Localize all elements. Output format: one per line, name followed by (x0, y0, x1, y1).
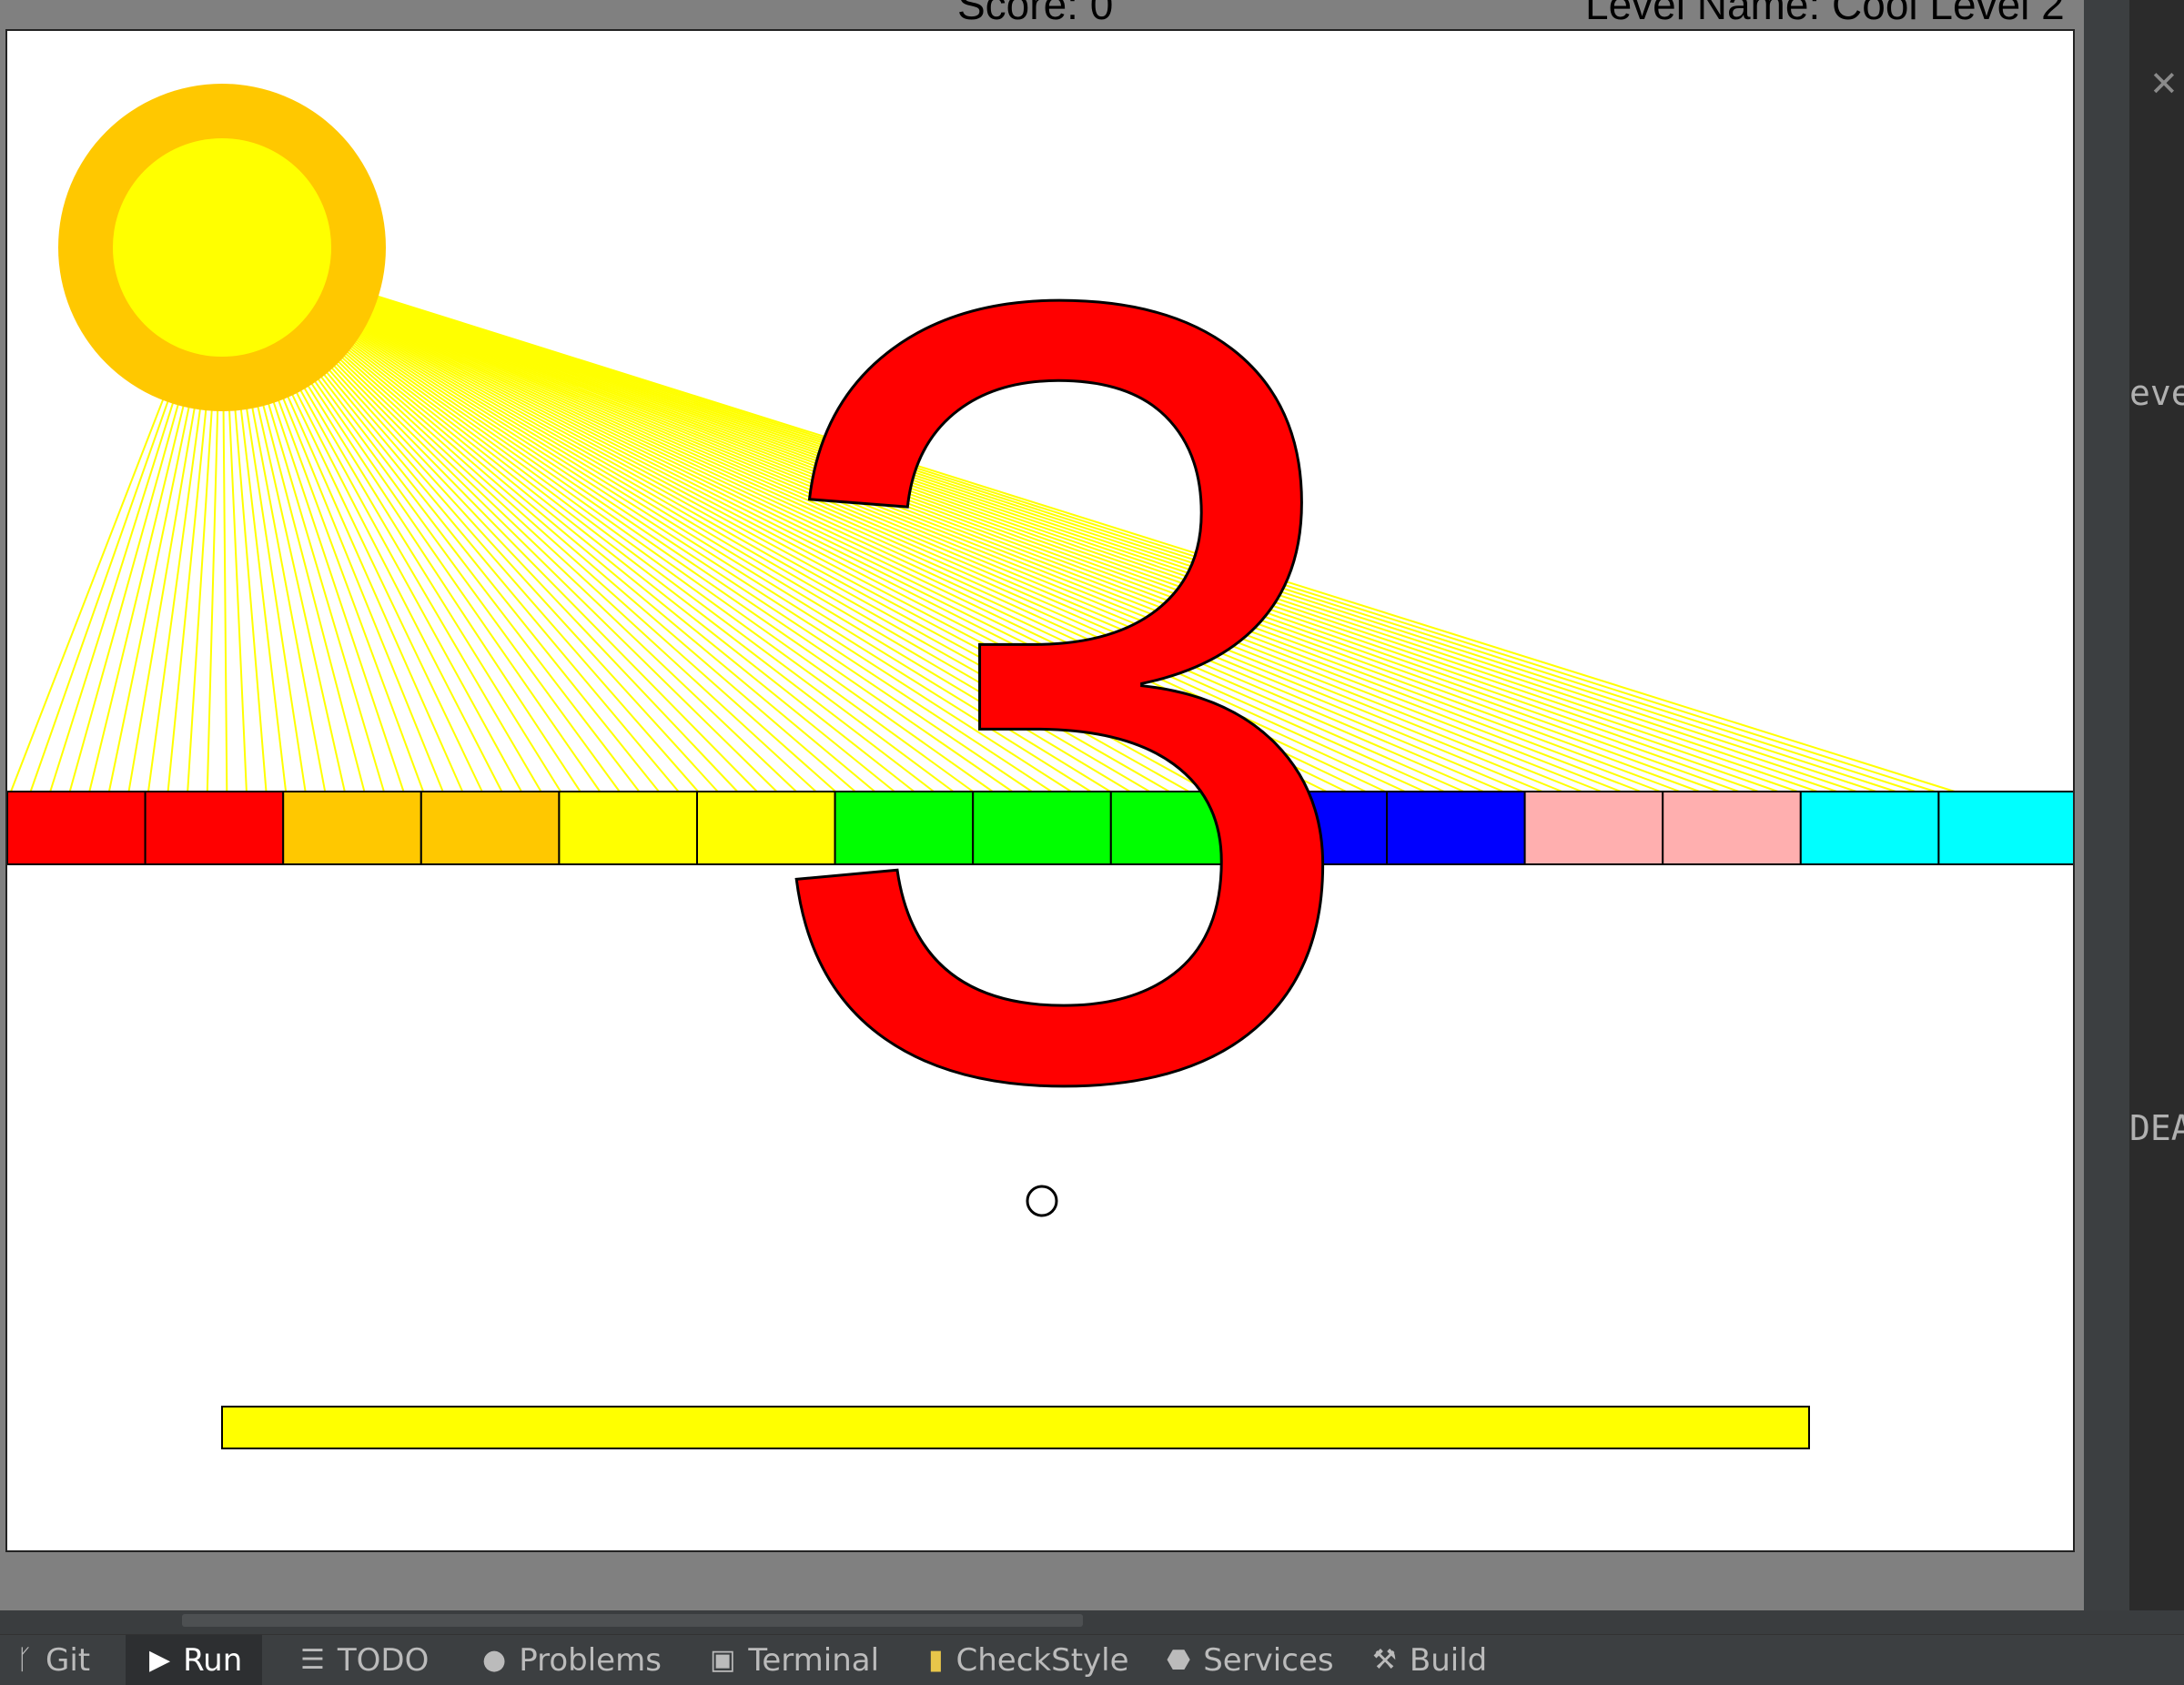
run-icon: ▶ (149, 1644, 171, 1676)
brick (282, 791, 422, 865)
side-text-fragment: eve (2129, 373, 2184, 413)
horizontal-scrollbar[interactable] (0, 1610, 2184, 1634)
score-label: Score: 0 (957, 0, 1114, 28)
brick (1799, 791, 1940, 865)
brick (1523, 791, 1664, 865)
tab-problems[interactable]: ● Problems (482, 1635, 662, 1685)
brick (7, 791, 147, 865)
ide-side-panel: ✕ eve DEA (2084, 0, 2184, 1610)
hammer-icon: ⚒ (1372, 1644, 1397, 1676)
tab-git[interactable]: ᚴ Git (16, 1635, 90, 1685)
brick (1662, 791, 1802, 865)
paddle[interactable] (221, 1406, 1810, 1449)
tab-run[interactable]: ▶ Run (126, 1635, 263, 1685)
git-branch-icon: ᚴ (16, 1644, 33, 1676)
brick (1937, 791, 2073, 865)
countdown-number: 3 (754, 71, 1372, 1311)
tab-terminal[interactable]: ▣ Terminal (710, 1635, 879, 1685)
tab-build[interactable]: ⚒ Build (1372, 1635, 1487, 1685)
sun-inner-circle (113, 138, 331, 357)
tab-label: CheckStyle (956, 1641, 1129, 1679)
problems-icon: ● (482, 1644, 507, 1676)
tab-label: Git (46, 1641, 91, 1679)
close-icon[interactable]: ✕ (2149, 64, 2179, 104)
services-icon: ⬣ (1167, 1644, 1191, 1676)
side-text-fragment: DEA (2129, 1108, 2184, 1148)
tab-label: TODO (337, 1641, 430, 1679)
terminal-icon: ▣ (710, 1644, 736, 1676)
tab-label: Terminal (748, 1641, 880, 1679)
brick (1386, 791, 1526, 865)
brick (420, 791, 561, 865)
tool-window-bar: ᚴ Git ▶ Run ☰ TODO ● Problems ▣ Terminal… (0, 1634, 2184, 1685)
tab-label: Problems (519, 1641, 662, 1679)
level-name-label: Level Name: Cool Level 2 (1585, 0, 2065, 28)
brick (144, 791, 285, 865)
checkstyle-icon: ▮ (928, 1644, 944, 1676)
tab-label: Build (1409, 1641, 1488, 1679)
tab-label: Services (1203, 1641, 1334, 1679)
side-strip (2129, 0, 2184, 1610)
tab-todo[interactable]: ☰ TODO (300, 1635, 429, 1685)
game-canvas[interactable]: 3 (5, 29, 2075, 1552)
tab-services[interactable]: ⬣ Services (1167, 1635, 1334, 1685)
list-icon: ☰ (300, 1644, 325, 1676)
tab-label: Run (183, 1641, 243, 1679)
scrollbar-thumb[interactable] (182, 1614, 1083, 1627)
brick (558, 791, 699, 865)
hud-bar: Score: 0 Level Name: Cool Level 2 (0, 0, 2075, 29)
tab-checkstyle[interactable]: ▮ CheckStyle (928, 1635, 1129, 1685)
